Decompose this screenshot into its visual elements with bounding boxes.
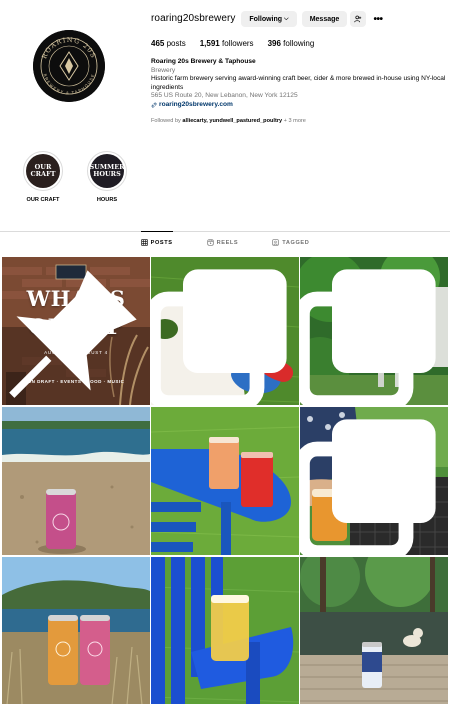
highlight-label: OUR CRAFT	[26, 197, 60, 203]
highlight-cover-line2: HOURS	[93, 170, 121, 178]
reels-icon	[206, 239, 214, 246]
highlight-ring: OUR CRAFT	[23, 151, 63, 191]
post-thumbnail[interactable]	[300, 557, 448, 704]
followed-by-names: alliecarty, yundwell_pastured_poultry	[182, 118, 283, 124]
highlight-ring: SUMMER HOURS	[87, 151, 127, 191]
profile-website-link[interactable]: roaring20sbrewery.com	[151, 101, 446, 110]
profile-address[interactable]: 565 US Route 20, New Lebanon, New York 1…	[151, 92, 446, 101]
post-image	[2, 407, 150, 555]
profile-bio: Roaring 20s Brewery & Taphouse Brewery H…	[151, 58, 446, 109]
profile-stats: 465 posts 1,591 followers 396 following	[151, 39, 314, 48]
suggest-similar-button[interactable]	[350, 11, 366, 27]
post-thumbnail[interactable]	[151, 407, 299, 555]
profile-website-text: roaring20sbrewery.com	[159, 100, 233, 108]
posts-grid: WHAT'S ON TAP AUGUST 1 · AUGUST 4 ON DRA…	[2, 257, 448, 704]
link-icon	[151, 102, 157, 108]
tab-posts-label: POSTS	[150, 239, 173, 246]
add-user-icon	[354, 15, 362, 23]
followers-count: 1,591	[199, 39, 220, 48]
following-button[interactable]: Following ⌵	[241, 11, 297, 27]
brewery-logo: ROARING 20S BREWERY & TAPHOUSE	[33, 30, 105, 102]
post-thumbnail[interactable]	[2, 407, 150, 555]
post-thumbnail[interactable]	[151, 557, 299, 704]
highlight-cover: OUR CRAFT	[26, 154, 60, 188]
chevron-down-icon: ⌵	[284, 15, 289, 22]
posts-stat: 465 posts	[151, 39, 186, 48]
post-thumbnail[interactable]	[300, 407, 448, 555]
following-stat[interactable]: 396 following	[268, 39, 315, 48]
multiple-images-icon	[300, 419, 436, 555]
profile-category: Brewery	[151, 66, 176, 74]
tab-posts[interactable]: POSTS	[140, 231, 173, 253]
highlight-hours[interactable]: SUMMER HOURS HOURS	[87, 151, 127, 203]
post-image	[2, 557, 150, 704]
following-button-label: Following	[249, 15, 283, 23]
post-thumbnail[interactable]	[2, 557, 150, 704]
followed-by-prefix: Followed by	[151, 118, 181, 124]
post-image	[151, 557, 299, 704]
profile-tabs: POSTS REELS TAGGED	[0, 231, 450, 254]
post-image	[151, 407, 299, 555]
followed-by[interactable]: Followed by alliecarty, yundwell_pasture…	[151, 118, 306, 124]
tagged-icon	[272, 239, 279, 246]
post-thumbnail[interactable]: WHAT'S ON TAP AUGUST 1 · AUGUST 4 ON DRA…	[2, 257, 150, 405]
highlight-cover-line2: CRAFT	[30, 170, 56, 178]
message-button-label: Message	[309, 15, 340, 23]
followers-stat[interactable]: 1,591 followers	[200, 39, 254, 48]
followers-label: followers	[221, 39, 254, 48]
profile-description: Historic farm brewery serving award-winn…	[151, 75, 446, 91]
more-options-icon[interactable]: •••	[371, 11, 385, 27]
profile-display-name: Roaring 20s Brewery & Taphouse	[151, 58, 256, 65]
pin-icon	[9, 270, 137, 398]
post-image	[300, 557, 448, 704]
profile-username: roaring20sbrewery	[151, 13, 236, 24]
tab-tagged-label: TAGGED	[282, 239, 310, 246]
tab-reels-label: REELS	[216, 239, 239, 246]
tab-reels[interactable]: REELS	[206, 231, 239, 253]
tab-tagged[interactable]: TAGGED	[272, 231, 309, 253]
grid-icon	[140, 239, 148, 246]
multiple-images-icon	[151, 269, 287, 405]
highlight-label: HOURS	[96, 197, 118, 203]
highlight-our-craft[interactable]: OUR CRAFT OUR CRAFT	[23, 151, 63, 203]
followed-by-suffix: + 3 more	[283, 118, 306, 124]
following-count: 396	[267, 39, 281, 48]
highlight-cover: SUMMER HOURS	[89, 154, 125, 188]
post-thumbnail[interactable]	[151, 257, 299, 405]
post-thumbnail[interactable]	[300, 257, 448, 405]
posts-count: 465	[151, 39, 165, 48]
following-label: following	[283, 39, 315, 48]
multiple-images-icon	[300, 269, 436, 405]
posts-label: posts	[166, 39, 186, 48]
profile-avatar[interactable]: ROARING 20S BREWERY & TAPHOUSE	[33, 30, 105, 102]
message-button[interactable]: Message	[302, 11, 347, 27]
